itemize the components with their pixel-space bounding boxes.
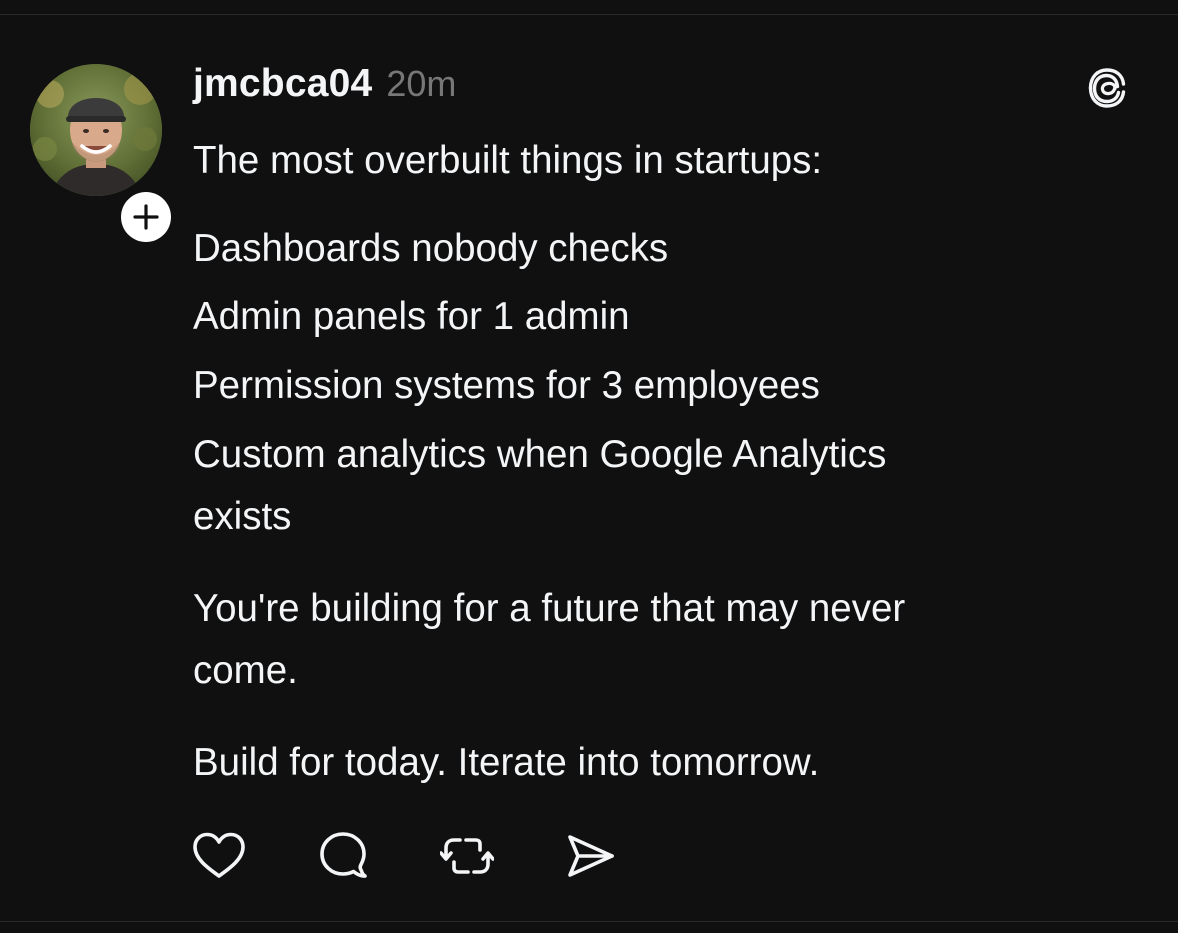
post-text-line: The most overbuilt things in startups: — [193, 139, 823, 182]
post-text-line: Custom analytics when Google Analytics — [193, 433, 887, 476]
post-text-line: Permission systems for 3 employees — [193, 364, 820, 407]
threads-logo-icon[interactable] — [1083, 64, 1131, 112]
avatar-container[interactable] — [30, 64, 175, 246]
post-text-line: come. — [193, 649, 298, 692]
top-divider — [0, 14, 1178, 15]
send-icon — [568, 835, 614, 877]
post-text-line: You're building for a future that may ne… — [193, 587, 906, 630]
follow-button[interactable] — [117, 188, 175, 246]
repost-icon — [440, 838, 494, 874]
heart-icon — [193, 832, 245, 878]
like-button[interactable] — [190, 828, 248, 884]
comment-icon — [320, 832, 367, 878]
follow-button-inner[interactable] — [121, 192, 171, 242]
post-actions — [190, 828, 686, 884]
bottom-divider — [0, 921, 1178, 922]
timestamp: 20m — [386, 63, 457, 104]
username[interactable]: jmcbca04 — [193, 62, 372, 106]
share-button[interactable] — [562, 828, 620, 884]
plus-icon — [133, 204, 159, 230]
thread-post-screen: jmcbca04 20m The most overbuilt things i… — [0, 0, 1178, 933]
post-header: jmcbca04 20m — [193, 62, 456, 110]
avatar-image — [30, 64, 162, 196]
post-text-line: exists — [193, 495, 292, 538]
post-text-line: Build for today. Iterate into tomorrow. — [193, 741, 820, 784]
post-body: The most overbuilt things in startups: D… — [193, 130, 1093, 794]
avatar[interactable] — [30, 64, 162, 196]
post-text-line: Admin panels for 1 admin — [193, 295, 630, 338]
reply-button[interactable] — [314, 828, 372, 884]
repost-button[interactable] — [438, 828, 496, 884]
post-text-line: Dashboards nobody checks — [193, 227, 669, 270]
